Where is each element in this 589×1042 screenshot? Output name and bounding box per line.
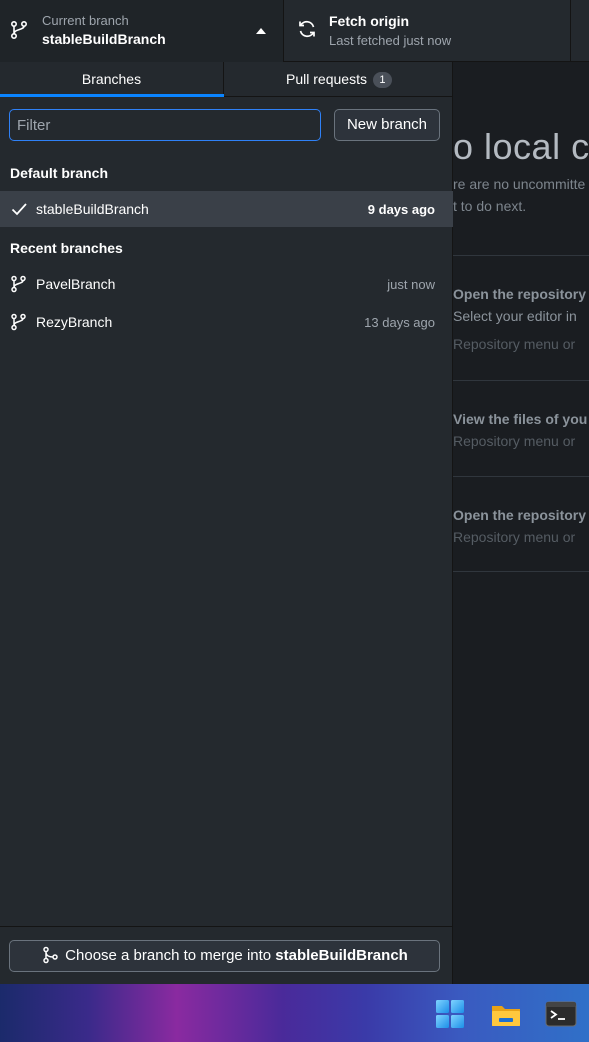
suggestion-card-open-repository[interactable]: Open the repository Repository menu or (453, 476, 589, 572)
os-taskbar (0, 984, 589, 1042)
branch-time: 13 days ago (364, 315, 435, 330)
merge-icon (43, 946, 58, 964)
card-meta: Repository menu or (453, 433, 576, 449)
default-branch-header: Default branch (10, 165, 109, 181)
current-branch-button[interactable]: Current branch stableBuildBranch (0, 0, 284, 62)
recent-branches-header: Recent branches (10, 240, 123, 256)
tab-branches[interactable]: Branches (0, 62, 224, 97)
file-explorer-icon[interactable] (490, 998, 522, 1030)
branch-filter-input[interactable] (9, 109, 321, 141)
card-meta: Repository menu or (453, 529, 576, 545)
no-changes-heading: o local c (453, 126, 589, 167)
caret-up-icon (256, 28, 266, 34)
check-icon (11, 203, 27, 216)
terminal-icon[interactable] (545, 998, 577, 1030)
current-branch-caption: Current branch (42, 13, 129, 28)
tab-pull-requests-label: Pull requests (286, 71, 367, 87)
fetch-status: Last fetched just now (329, 33, 452, 48)
merge-footer: Choose a branch to merge into stableBuil… (0, 926, 453, 984)
branch-icon (11, 275, 26, 293)
branch-row-pavelbranch[interactable]: PavelBranch just now (0, 266, 453, 302)
card-title: View the files of you (453, 411, 588, 427)
sync-icon (299, 20, 315, 38)
suggestion-card-open-editor[interactable]: Open the repository Select your editor i… (453, 255, 589, 380)
branch-icon (10, 20, 28, 40)
card-title: Open the repository (453, 507, 587, 523)
fetch-origin-button[interactable]: Fetch origin Last fetched just now (285, 0, 571, 62)
current-branch-name: stableBuildBranch (42, 31, 166, 47)
branch-row-stablebuildbranch[interactable]: stableBuildBranch 9 days ago (0, 191, 453, 227)
merge-branch-button[interactable]: Choose a branch to merge into stableBuil… (9, 940, 440, 972)
new-branch-button[interactable]: New branch (334, 109, 440, 141)
branch-name: RezyBranch (36, 314, 113, 330)
branch-time: 9 days ago (367, 202, 435, 217)
card-title: Open the repository (453, 286, 587, 302)
card-subtitle: Select your editor in (453, 308, 577, 324)
merge-button-prefix: Choose a branch to merge into (65, 947, 276, 964)
tab-branches-label: Branches (81, 71, 142, 87)
pull-requests-count-badge: 1 (372, 72, 392, 88)
branch-name: stableBuildBranch (36, 201, 149, 217)
suggestion-card-view-files[interactable]: View the files of you Repository menu or (453, 380, 589, 476)
branch-row-rezybranch[interactable]: RezyBranch 13 days ago (0, 304, 453, 340)
no-changes-text-line: re are no uncommitte (453, 176, 586, 192)
fetch-origin-label: Fetch origin (329, 13, 410, 29)
merge-target-branch: stableBuildBranch (275, 947, 408, 964)
no-changes-text-line: t to do next. (453, 198, 527, 214)
no-local-changes-view: o local c re are no uncommitte t to do n… (453, 62, 589, 984)
app-toolbar: Current branch stableBuildBranch Fetch o… (0, 0, 589, 62)
branch-name: PavelBranch (36, 276, 116, 292)
branch-time: just now (387, 277, 435, 292)
card-meta: Repository menu or (453, 336, 576, 352)
tab-pull-requests[interactable]: Pull requests 1 (225, 62, 453, 97)
branch-tabs: Branches Pull requests 1 (0, 62, 453, 97)
branch-icon (11, 313, 26, 331)
windows-start-icon[interactable] (434, 998, 466, 1030)
active-tab-indicator (0, 94, 224, 97)
branch-dropdown-panel: Branches Pull requests 1 New branch Defau… (0, 62, 453, 984)
